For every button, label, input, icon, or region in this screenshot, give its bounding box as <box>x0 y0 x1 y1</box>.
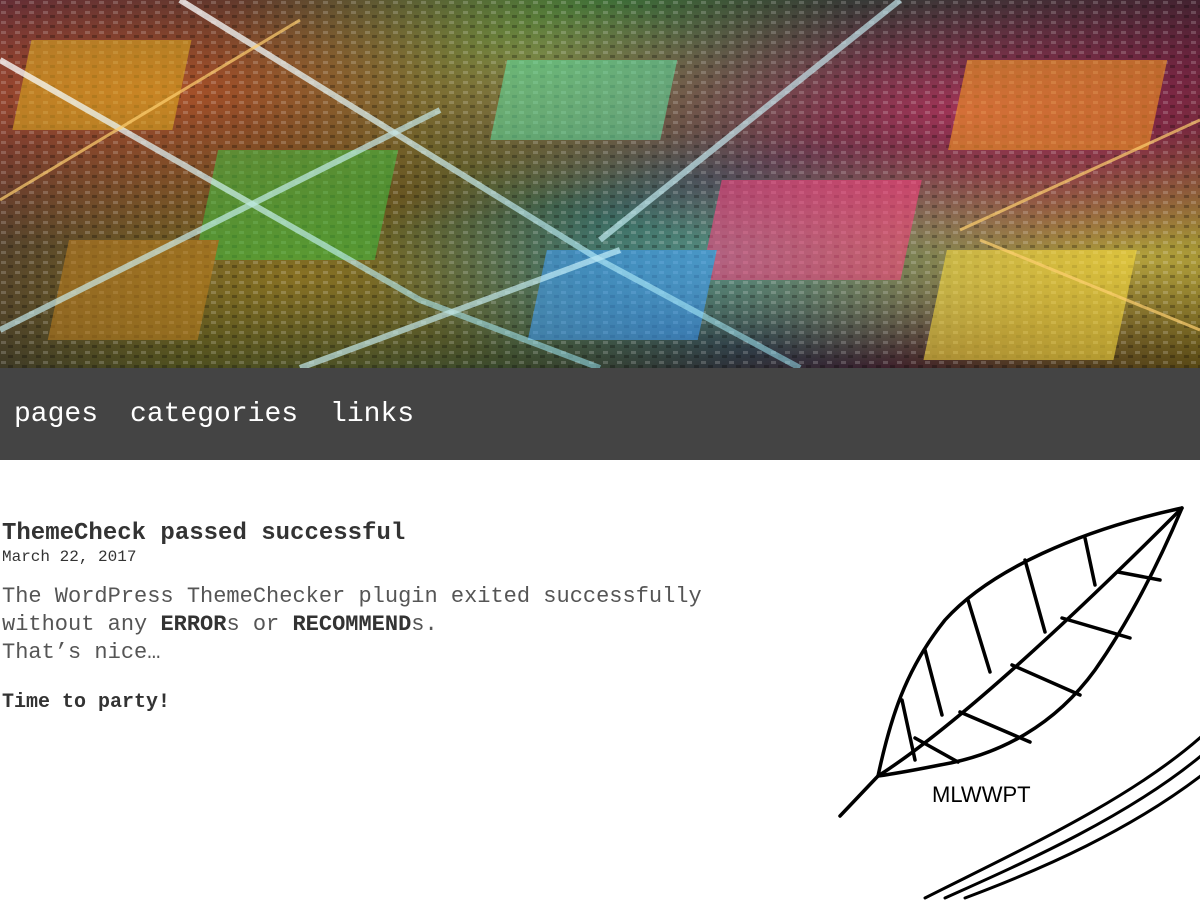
header-image <box>0 0 1200 368</box>
post-body-error: ERROR <box>160 612 227 637</box>
post-body-line2: without any ERRORs or RECOMMENDs. <box>2 611 822 639</box>
nav-item-categories[interactable]: categories <box>130 399 298 430</box>
post: ThemeCheck passed successful March 22, 2… <box>2 518 822 714</box>
page: pages categories links ThemeCheck passed… <box>0 0 1200 900</box>
post-body: The WordPress ThemeChecker plugin exited… <box>2 583 822 667</box>
nav-item-links[interactable]: links <box>330 399 414 430</box>
post-body-line3: That’s nice… <box>2 640 161 665</box>
leaf-icon <box>838 506 1200 900</box>
post-party-text: Time to party! <box>2 691 171 714</box>
nav-item-pages[interactable]: pages <box>14 399 98 430</box>
post-body-line2-prefix: without any <box>2 612 161 637</box>
post-body-recommend: RECOMMEND <box>292 612 412 637</box>
post-body-line1: The WordPress ThemeChecker plugin exited… <box>2 584 702 609</box>
site-logo[interactable]: MLWWPT <box>830 500 1200 900</box>
main-nav: pages categories links <box>0 368 1200 460</box>
post-body-s1: s or <box>226 612 293 637</box>
chip-die-graphic <box>0 0 1200 368</box>
post-body-s2: s. <box>411 612 438 637</box>
post-date: March 22, 2017 <box>2 548 137 566</box>
logo-text: MLWWPT <box>932 782 1031 807</box>
post-title[interactable]: ThemeCheck passed successful <box>2 518 822 550</box>
